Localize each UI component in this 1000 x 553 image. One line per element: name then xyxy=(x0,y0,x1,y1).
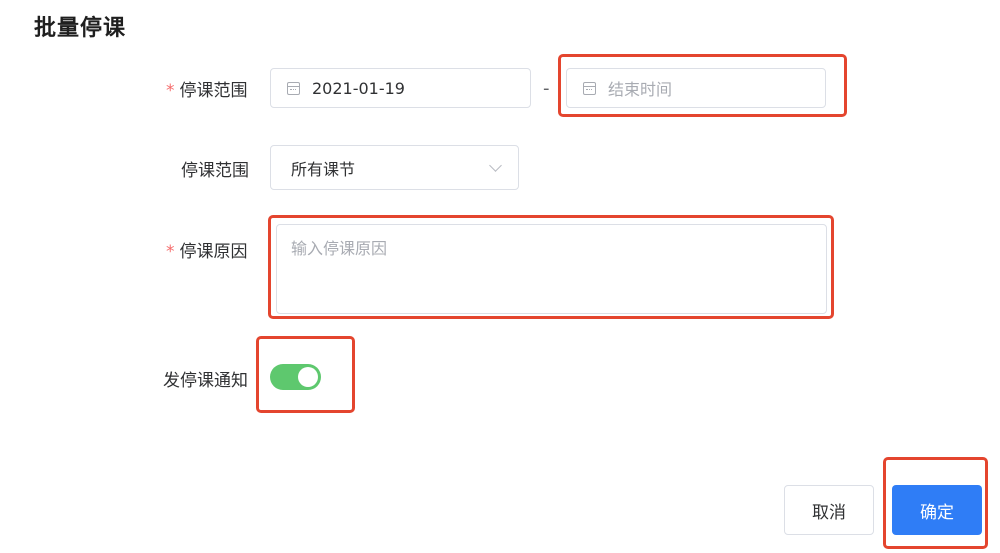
switch-knob xyxy=(298,367,318,387)
start-date-value: 2021-01-19 xyxy=(312,78,405,98)
calendar-icon xyxy=(583,81,596,95)
required-mark: * xyxy=(166,81,175,101)
required-mark: * xyxy=(166,242,175,262)
reason-textarea[interactable]: 输入停课原因 xyxy=(276,224,827,314)
range-label: * 停课范围 xyxy=(166,81,248,101)
date-separator: - xyxy=(543,78,550,99)
calendar-icon xyxy=(287,81,300,95)
end-date-placeholder: 结束时间 xyxy=(608,80,673,99)
scope-select[interactable]: 所有课节 xyxy=(270,145,519,190)
dialog-title: 批量停课 xyxy=(34,16,127,41)
reason-label: * 停课原因 xyxy=(166,242,248,262)
end-date-input[interactable]: 结束时间 xyxy=(566,68,826,108)
scope-value: 所有课节 xyxy=(291,159,356,179)
notify-label: 发停课通知 xyxy=(163,371,248,391)
notify-switch[interactable] xyxy=(270,364,321,390)
cancel-button[interactable]: 取消 xyxy=(784,485,874,535)
reason-placeholder: 输入停课原因 xyxy=(291,239,388,258)
chevron-down-icon xyxy=(489,159,502,172)
confirm-button[interactable]: 确定 xyxy=(892,485,982,535)
batch-suspend-dialog: 批量停课 * 停课范围 2021-01-19 - 结束时间 停课范围 所有课节 *… xyxy=(0,0,1000,553)
scope-label: 停课范围 xyxy=(181,161,249,181)
start-date-input[interactable]: 2021-01-19 xyxy=(270,68,531,108)
